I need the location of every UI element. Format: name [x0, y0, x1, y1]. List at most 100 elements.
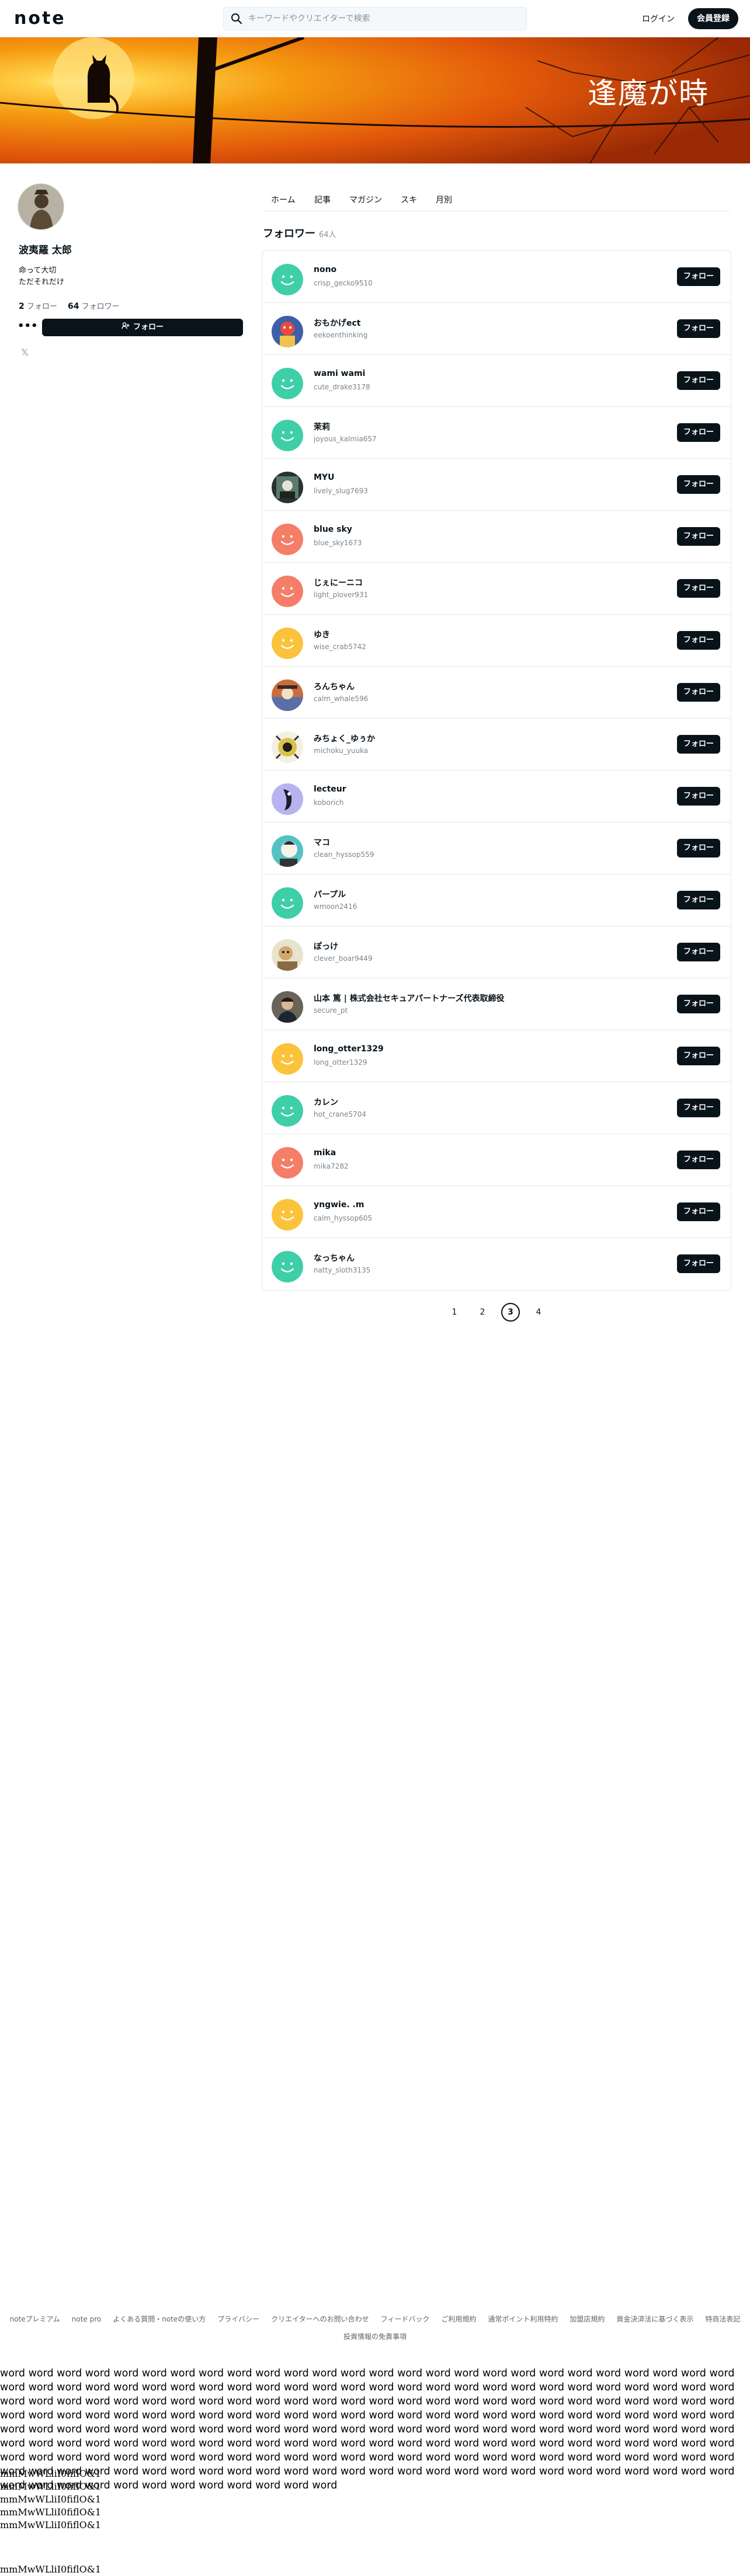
follower-row[interactable]: MYU lively_slug7693 フォロー: [262, 459, 731, 511]
follower-count[interactable]: 64: [68, 302, 79, 311]
follow-button[interactable]: フォロー: [677, 319, 720, 338]
more-options-button[interactable]: •••: [18, 319, 38, 336]
footer-link[interactable]: フィードバック: [381, 2315, 430, 2323]
follow-button[interactable]: フォロー: [677, 371, 720, 390]
follower-name[interactable]: nono: [314, 265, 336, 274]
follow-button[interactable]: フォロー: [677, 995, 720, 1013]
page-link[interactable]: 2: [473, 1303, 492, 1322]
follower-avatar[interactable]: [272, 887, 303, 919]
follow-button[interactable]: フォロー: [677, 735, 720, 754]
follower-avatar[interactable]: [272, 1043, 303, 1075]
follower-avatar[interactable]: [272, 576, 303, 607]
footer-link[interactable]: 特商法表記: [705, 2315, 740, 2323]
follower-row[interactable]: 茉莉 joyous_kalmia657 フォロー: [262, 407, 731, 459]
follow-button[interactable]: フォロー: [677, 1151, 720, 1169]
follow-button[interactable]: フォロー: [677, 839, 720, 857]
tab-magazines[interactable]: マガジン: [349, 194, 382, 205]
follower-name[interactable]: 茉莉: [314, 421, 330, 433]
follower-row[interactable]: じぇにーニコ light_plover931 フォロー: [262, 563, 731, 615]
follower-name[interactable]: long_otter1329: [314, 1044, 384, 1054]
follower-row[interactable]: yngwie. .m calm_hyssop605 フォロー: [262, 1186, 731, 1238]
follower-name[interactable]: ぽっけ: [314, 940, 338, 952]
footer-link[interactable]: noteプレミアム: [10, 2315, 60, 2323]
login-link[interactable]: ログイン: [642, 13, 675, 25]
follower-name[interactable]: みちょく_ゆぅか: [314, 733, 375, 744]
follower-row[interactable]: みちょく_ゆぅか michoku_yuuka フォロー: [262, 719, 731, 771]
follow-button[interactable]: フォロー: [677, 475, 720, 494]
page-link[interactable]: 1: [445, 1303, 464, 1322]
follow-label[interactable]: フォロー: [27, 302, 57, 311]
footer-link[interactable]: プライバシー: [217, 2315, 259, 2323]
tab-likes[interactable]: スキ: [401, 194, 417, 205]
follower-avatar[interactable]: [272, 524, 303, 555]
footer-link[interactable]: 投資情報の免責事項: [343, 2333, 407, 2341]
follow-button[interactable]: フォロー: [677, 891, 720, 909]
follower-avatar[interactable]: [272, 368, 303, 399]
footer-link[interactable]: 通常ポイント利用特約: [488, 2315, 558, 2323]
follow-button[interactable]: フォロー: [677, 787, 720, 806]
x-twitter-icon[interactable]: 𝕏: [21, 347, 29, 358]
follower-name[interactable]: wami wami: [314, 369, 365, 378]
footer-link[interactable]: クリエイターへのお問い合わせ: [271, 2315, 369, 2323]
follow-button[interactable]: フォロー: [677, 631, 720, 650]
follower-name[interactable]: ゆき: [314, 629, 330, 640]
follow-creator-button[interactable]: フォロー: [42, 319, 243, 336]
follower-name[interactable]: ろんちゃん: [314, 681, 355, 692]
follower-name[interactable]: lecteur: [314, 785, 346, 794]
follower-row[interactable]: ろんちゃん calm_whale596 フォロー: [262, 667, 731, 719]
follower-avatar[interactable]: [272, 1147, 303, 1179]
follower-row[interactable]: lecteur koborich フォロー: [262, 771, 731, 822]
follower-name[interactable]: おもかげect: [314, 317, 361, 329]
follower-name[interactable]: 山本 篤 | 株式会社セキュアパートナーズ代表取締役: [314, 992, 504, 1004]
follower-row[interactable]: long_otter1329 long_otter1329 フォロー: [262, 1030, 731, 1082]
follower-row[interactable]: パープル wmoon2416 フォロー: [262, 874, 731, 926]
follower-name[interactable]: なっちゃん: [314, 1252, 355, 1264]
follow-count[interactable]: 2: [19, 302, 25, 311]
follower-name[interactable]: MYU: [314, 473, 334, 482]
follow-button[interactable]: フォロー: [677, 1047, 720, 1065]
follower-name[interactable]: blue sky: [314, 525, 352, 534]
follow-button[interactable]: フォロー: [677, 579, 720, 598]
follower-name[interactable]: カレン: [314, 1096, 338, 1108]
follower-name[interactable]: mika: [314, 1148, 336, 1158]
follower-row[interactable]: マコ clean_hyssop559 フォロー: [262, 822, 731, 874]
follow-button[interactable]: フォロー: [677, 1099, 720, 1117]
follower-avatar[interactable]: [272, 731, 303, 763]
page-link[interactable]: 4: [529, 1303, 548, 1322]
follower-row[interactable]: wami wami cute_drake3178 フォロー: [262, 355, 731, 407]
tab-home[interactable]: ホーム: [271, 194, 296, 205]
tab-articles[interactable]: 記事: [314, 194, 331, 205]
footer-link[interactable]: ご利用規約: [441, 2315, 476, 2323]
follower-avatar[interactable]: [272, 264, 303, 295]
follow-button[interactable]: フォロー: [677, 1202, 720, 1221]
follower-name[interactable]: じぇにーニコ: [314, 577, 363, 588]
follower-name[interactable]: yngwie. .m: [314, 1200, 364, 1209]
follower-row[interactable]: blue sky blue_sky1673 フォロー: [262, 511, 731, 563]
follower-row[interactable]: nono crisp_gecko9510 フォロー: [262, 251, 731, 303]
follower-avatar[interactable]: [272, 835, 303, 867]
search-bar[interactable]: [223, 7, 527, 30]
follower-avatar[interactable]: [272, 1251, 303, 1282]
follower-name[interactable]: マコ: [314, 836, 330, 848]
follow-button[interactable]: フォロー: [677, 683, 720, 702]
follower-avatar[interactable]: [272, 1095, 303, 1127]
follow-button[interactable]: フォロー: [677, 1254, 720, 1273]
follower-avatar[interactable]: [272, 472, 303, 503]
footer-link[interactable]: note pro: [72, 2315, 101, 2323]
search-input[interactable]: [248, 11, 517, 26]
follower-avatar[interactable]: [272, 316, 303, 347]
follow-button[interactable]: フォロー: [677, 423, 720, 442]
follow-button[interactable]: フォロー: [677, 267, 720, 286]
follower-avatar[interactable]: [272, 1199, 303, 1231]
follower-label[interactable]: フォロワー: [82, 302, 120, 311]
follower-row[interactable]: 山本 篤 | 株式会社セキュアパートナーズ代表取締役 secure_pt フォロー: [262, 978, 731, 1030]
follow-button[interactable]: フォロー: [677, 943, 720, 961]
footer-link[interactable]: 加盟店規約: [570, 2315, 605, 2323]
page-link[interactable]: 3: [501, 1303, 520, 1322]
follower-row[interactable]: mika mika7282 フォロー: [262, 1134, 731, 1186]
follower-row[interactable]: ゆき wise_crab5742 フォロー: [262, 615, 731, 667]
follower-row[interactable]: カレン hot_crane5704 フォロー: [262, 1082, 731, 1134]
follower-avatar[interactable]: [272, 783, 303, 815]
follow-button[interactable]: フォロー: [677, 527, 720, 546]
follower-row[interactable]: ぽっけ clever_boar9449 フォロー: [262, 926, 731, 978]
